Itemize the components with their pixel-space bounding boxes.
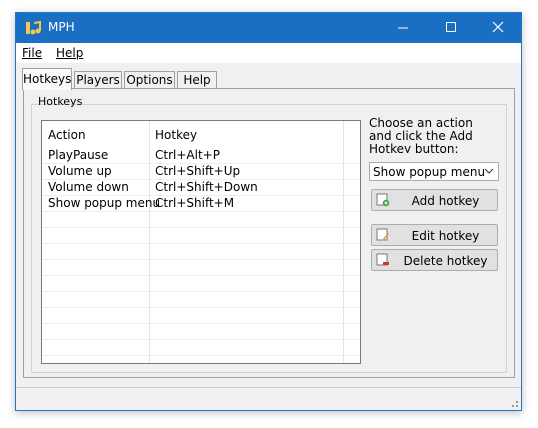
row-hotkey: Ctrl+Alt+P <box>155 148 220 162</box>
hotkeys-tab-panel: Hotkeys Action Hotkey PlayPause Ctrl+Alt… <box>23 88 515 378</box>
delete-hotkey-label: Delete hotkey <box>403 254 488 268</box>
empty-list-row <box>42 292 360 308</box>
row-hotkey: Ctrl+Shift+Up <box>155 164 241 178</box>
row-action: Show popup menu <box>48 196 161 210</box>
empty-list-row <box>42 244 360 260</box>
empty-list-row <box>42 228 360 244</box>
tab-help[interactable]: Help <box>177 71 217 88</box>
hotkeys-list[interactable]: Action Hotkey PlayPause Ctrl+Alt+P Volum… <box>41 120 361 364</box>
action-select-value: Show popup menu <box>373 165 486 179</box>
instruction-text: Choose an action and click the Add Hotke… <box>369 117 473 153</box>
list-row[interactable]: Volume up Ctrl+Shift+Up <box>42 164 360 180</box>
row-hotkey: Ctrl+Shift+Down <box>155 180 258 194</box>
delete-hotkey-button[interactable]: Delete hotkey <box>371 249 498 271</box>
window-title: MPH <box>48 20 75 34</box>
empty-list-row <box>42 324 360 340</box>
tab-options[interactable]: Options <box>124 71 175 88</box>
tab-hotkeys[interactable]: Hotkeys <box>22 68 72 90</box>
list-row[interactable]: Show popup menu Ctrl+Shift+M <box>42 196 360 212</box>
column-header-hotkey[interactable]: Hotkey <box>155 128 197 142</box>
edit-hotkey-button[interactable]: Edit hotkey <box>371 224 498 246</box>
chevron-down-icon <box>484 168 494 174</box>
edit-hotkey-icon <box>376 228 389 241</box>
row-action: Volume up <box>48 164 112 178</box>
minimize-button[interactable] <box>381 13 427 43</box>
list-row[interactable]: Volume down Ctrl+Shift+Down <box>42 180 360 196</box>
empty-list-row <box>42 308 360 324</box>
group-label: Hotkeys <box>38 95 83 108</box>
menu-bar: File Help <box>16 43 521 63</box>
delete-hotkey-icon <box>376 253 389 266</box>
list-row[interactable]: PlayPause Ctrl+Alt+P <box>42 148 360 164</box>
column-header-action[interactable]: Action <box>48 128 86 142</box>
close-icon <box>492 21 504 33</box>
tab-players[interactable]: Players <box>74 71 122 88</box>
row-action: PlayPause <box>48 148 109 162</box>
empty-list-row <box>42 212 360 228</box>
row-hotkey: Ctrl+Shift+M <box>155 196 235 210</box>
maximize-icon <box>446 22 456 32</box>
add-hotkey-icon <box>376 193 390 207</box>
action-select[interactable]: Show popup menu <box>369 162 499 181</box>
resize-grip-icon[interactable] <box>509 398 519 408</box>
add-hotkey-label: Add hotkey <box>411 194 480 208</box>
menu-file[interactable]: File <box>22 46 42 60</box>
title-bar[interactable]: MPH <box>16 13 521 43</box>
music-note-icon <box>25 20 41 36</box>
empty-list-row <box>42 276 360 292</box>
minimize-icon <box>398 27 408 29</box>
edit-hotkey-label: Edit hotkey <box>411 229 480 243</box>
menu-help[interactable]: Help <box>56 46 83 60</box>
maximize-button[interactable] <box>429 13 475 43</box>
main-window: MPH File Help Hotkeys Players Options He… <box>15 12 522 411</box>
status-bar <box>16 387 521 410</box>
empty-list-row <box>42 260 360 276</box>
empty-list-row <box>42 340 360 356</box>
close-button[interactable] <box>476 13 522 43</box>
row-action: Volume down <box>48 180 129 194</box>
list-body: PlayPause Ctrl+Alt+P Volume up Ctrl+Shif… <box>42 148 360 363</box>
list-header: Action Hotkey <box>42 121 360 148</box>
add-hotkey-button[interactable]: Add hotkey <box>371 189 498 211</box>
